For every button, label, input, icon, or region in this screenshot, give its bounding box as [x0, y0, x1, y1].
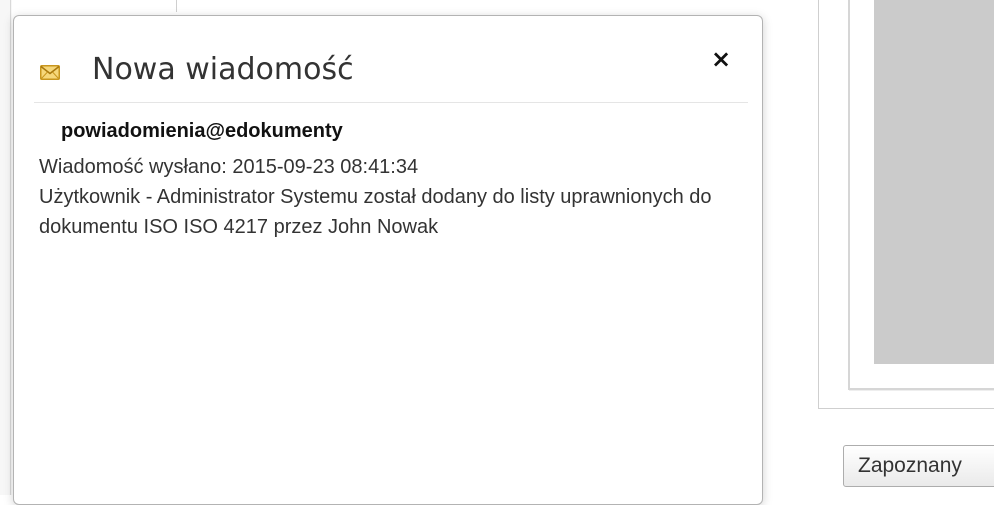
left-panel-edge	[0, 0, 12, 495]
dialog-header: Nowa wiadomość ×	[34, 16, 748, 103]
divider	[10, 0, 11, 495]
close-button[interactable]: ×	[704, 42, 738, 76]
sent-timestamp: Wiadomość wysłano: 2015-09-23 08:41:34	[39, 156, 419, 178]
message-content: Wiadomość wysłano: 2015-09-23 08:41:34 U…	[39, 152, 739, 242]
sender-address: powiadomienia@edokumenty	[61, 120, 343, 142]
dialog-body: powiadomienia@edokumenty Wiadomość wysła…	[39, 116, 739, 242]
acknowledge-button[interactable]: Zapoznany	[843, 445, 994, 487]
document-preview-image	[874, 0, 994, 364]
new-message-dialog: Nowa wiadomość × powiadomienia@edokument…	[13, 15, 763, 505]
dialog-title: Nowa wiadomość	[92, 52, 354, 87]
close-icon: ×	[710, 45, 732, 73]
divider	[176, 0, 177, 12]
message-text: Użytkownik - Administrator Systemu zosta…	[39, 186, 712, 238]
envelope-icon	[40, 65, 60, 80]
